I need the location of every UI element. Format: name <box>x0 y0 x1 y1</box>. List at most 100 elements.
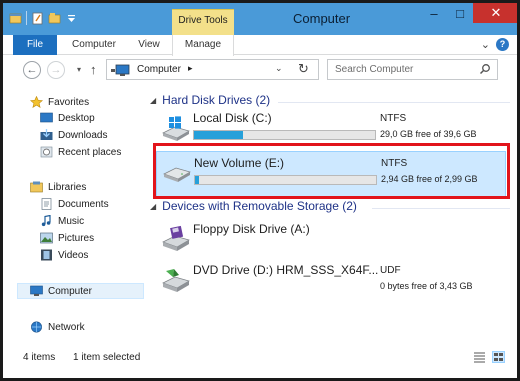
window-controls: – □ ✕ <box>421 3 517 25</box>
floppy-drive-icon <box>161 224 191 254</box>
drive-usage-fill <box>194 131 243 139</box>
breadcrumb-arrow-icon[interactable]: ▸ <box>188 63 193 74</box>
nav-libraries-label: Libraries <box>48 181 87 193</box>
drive-item-a[interactable]: Floppy Disk Drive (A:) <box>156 218 506 264</box>
nav-videos[interactable]: Videos <box>40 247 88 263</box>
nav-downloads-label: Downloads <box>58 129 108 141</box>
maximize-button[interactable]: □ <box>447 3 473 23</box>
navigation-pane: Favorites Desktop Downloads Recent place… <box>3 85 146 345</box>
documents-icon <box>40 198 53 210</box>
properties-icon[interactable] <box>31 12 44 25</box>
minimize-button[interactable]: – <box>421 3 447 23</box>
dvd-drive-icon <box>161 265 191 295</box>
tab-computer[interactable]: Computer <box>65 35 123 55</box>
group-divider <box>278 102 510 103</box>
tab-manage[interactable]: Manage <box>172 35 234 56</box>
address-dropdown-icon[interactable]: ⌄ <box>275 63 283 74</box>
computer-location-icon <box>111 64 133 80</box>
nav-documents-label: Documents <box>58 198 109 210</box>
large-icons-view-icon[interactable] <box>492 351 505 363</box>
search-icon[interactable] <box>479 63 491 78</box>
group-header-hard-disk-drives[interactable]: ◢ Hard Disk Drives (2) <box>150 93 270 107</box>
drive-name: New Volume (E:) <box>194 156 285 170</box>
status-selection: 1 item selected <box>73 352 141 363</box>
downloads-icon <box>40 129 53 141</box>
title-bar: Drive Tools Computer – □ ✕ <box>3 3 517 35</box>
nav-pictures-label: Pictures <box>58 232 95 244</box>
music-icon <box>40 214 53 227</box>
nav-computer[interactable]: Computer <box>17 283 144 299</box>
search-input[interactable]: Search Computer <box>335 64 413 75</box>
expand-ribbon-icon[interactable]: ⌄ <box>481 38 490 51</box>
group-divider <box>372 208 510 209</box>
nav-downloads[interactable]: Downloads <box>40 127 107 143</box>
breadcrumb-computer[interactable]: Computer <box>137 64 181 75</box>
drive-filesystem: NTFS <box>381 158 408 169</box>
drive-item-c[interactable]: Local Disk (C:) NTFS 29,0 GB free of 39,… <box>156 107 506 153</box>
collapse-chevron-icon[interactable]: ◢ <box>150 202 156 211</box>
drive-tools-contextual-tab: Drive Tools <box>172 9 234 35</box>
status-item-count: 4 items <box>23 352 56 363</box>
drive-free-space: 2,94 GB free of 2,99 GB <box>381 174 478 184</box>
nav-recent-places[interactable]: Recent places <box>40 144 121 160</box>
tab-view[interactable]: View <box>129 35 169 55</box>
libraries-icon <box>30 181 43 193</box>
hard-drive-icon <box>162 158 192 188</box>
address-bar[interactable]: Computer ▸ ⌄ ↻ <box>106 59 319 80</box>
recent-places-icon <box>40 146 53 158</box>
back-button[interactable]: ← <box>23 61 41 79</box>
nav-libraries[interactable]: Libraries <box>30 179 86 195</box>
windows-drive-icon <box>161 113 191 143</box>
nav-desktop[interactable]: Desktop <box>40 110 95 126</box>
drive-usage-fill <box>195 176 199 184</box>
drive-free-space: 29,0 GB free of 39,6 GB <box>380 129 477 139</box>
nav-network[interactable]: Network <box>30 319 85 335</box>
group-title: Devices with Removable Storage (2) <box>162 199 357 213</box>
drive-name: Local Disk (C:) <box>193 111 272 125</box>
up-button[interactable]: ↑ <box>90 62 97 77</box>
tab-file[interactable]: File <box>13 35 57 55</box>
nav-desktop-label: Desktop <box>58 112 95 124</box>
close-button[interactable]: ✕ <box>473 3 517 23</box>
recent-locations-button[interactable]: ▾ <box>77 65 81 74</box>
nav-documents[interactable]: Documents <box>40 196 109 212</box>
computer-icon <box>30 285 43 297</box>
nav-music[interactable]: Music <box>40 213 84 229</box>
group-header-removable-storage[interactable]: ◢ Devices with Removable Storage (2) <box>150 199 357 213</box>
customize-toolbar-icon[interactable] <box>65 12 78 25</box>
explorer-icon <box>9 12 22 25</box>
content-pane: ◢ Hard Disk Drives (2) Local Disk (C:) N… <box>146 85 517 347</box>
drive-item-e[interactable]: New Volume (E:) NTFS 2,94 GB free of 2,9… <box>156 151 506 197</box>
star-icon <box>29 95 44 108</box>
drive-name: Floppy Disk Drive (A:) <box>193 222 310 236</box>
desktop-icon <box>40 112 53 124</box>
details-view-icon[interactable] <box>473 351 486 363</box>
drive-usage-bar <box>194 175 377 185</box>
refresh-icon[interactable]: ↻ <box>298 61 309 77</box>
drive-usage-bar <box>193 130 376 140</box>
drive-filesystem: UDF <box>380 265 401 276</box>
ribbon-tabs: File Computer View Manage ⌄ ? <box>3 35 517 56</box>
new-folder-icon[interactable] <box>48 12 61 25</box>
nav-music-label: Music <box>58 215 85 227</box>
window-title: Computer <box>293 11 351 26</box>
help-icon[interactable]: ? <box>496 38 509 51</box>
drive-name: DVD Drive (D:) HRM_SSS_X64F... <box>193 263 379 277</box>
nav-favorites-label: Favorites <box>48 96 90 108</box>
drive-filesystem: NTFS <box>380 113 407 124</box>
address-toolbar: ← → ▾ ↑ Computer ▸ ⌄ ↻ Search Computer <box>3 56 517 84</box>
nav-pictures[interactable]: Pictures <box>40 230 94 246</box>
network-icon <box>30 321 43 333</box>
nav-favorites[interactable]: Favorites <box>29 94 90 110</box>
pictures-icon <box>40 232 53 244</box>
drive-item-d[interactable]: DVD Drive (D:) HRM_SSS_X64F... UDF 0 byt… <box>156 259 506 305</box>
nav-network-label: Network <box>48 321 85 333</box>
drive-free-space: 0 bytes free of 3,43 GB <box>380 281 473 291</box>
search-box[interactable]: Search Computer <box>327 59 498 80</box>
videos-icon <box>40 249 53 261</box>
collapse-chevron-icon[interactable]: ◢ <box>150 96 156 105</box>
toolbar-separator <box>26 11 27 25</box>
quick-access-toolbar <box>9 11 78 25</box>
nav-videos-label: Videos <box>58 249 89 261</box>
forward-button[interactable]: → <box>47 61 65 79</box>
